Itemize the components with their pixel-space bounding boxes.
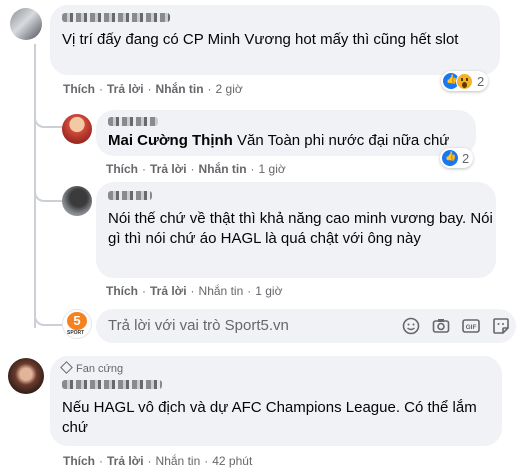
camera-icon[interactable] — [432, 317, 450, 335]
sport5-logo-text: SPORT — [67, 330, 85, 336]
reply-placeholder: Trả lời với vai trò Sport5.vn — [108, 317, 289, 334]
comment-text: Nói thế chứ về thật thì khả năng cao min… — [108, 210, 493, 247]
fan-badge[interactable]: Fan cứng — [60, 361, 124, 375]
like-button[interactable]: Thích — [63, 82, 95, 96]
reaction-count: 2 — [477, 73, 485, 89]
reply-button[interactable]: Trả lời — [107, 454, 144, 468]
avatar[interactable] — [62, 186, 92, 216]
like-reaction-icon — [442, 150, 458, 166]
reply-button[interactable]: Trả lời — [150, 284, 187, 298]
page-avatar[interactable]: 5 SPORT — [62, 309, 92, 339]
thread-connector — [34, 290, 64, 326]
reply-button[interactable]: Trả lời — [107, 82, 144, 96]
message-button[interactable]: Nhắn tin — [156, 454, 201, 468]
comment-actions: Thích · Trả lời · Nhắn tin · 1 giờ — [106, 284, 283, 298]
timestamp[interactable]: 42 phút — [212, 454, 252, 468]
emoji-icon[interactable] — [402, 317, 420, 335]
commenter-name[interactable] — [108, 191, 152, 200]
like-button[interactable]: Thích — [106, 162, 138, 176]
message-button[interactable]: Nhắn tin — [199, 162, 247, 176]
comment-actions: Thích · Trả lời · Nhắn tin · 1 giờ — [106, 162, 286, 176]
comment-text: Nếu HAGL vô địch và dự AFC Champions Lea… — [62, 399, 477, 436]
comment-text: Vị trí đấy đang có CP Minh Vương hot mấy… — [62, 31, 459, 48]
commenter-name[interactable] — [108, 117, 158, 126]
gif-icon[interactable]: GIF — [462, 317, 480, 335]
sticker-icon[interactable] — [492, 317, 510, 335]
reply-button[interactable]: Trả lời — [150, 162, 187, 176]
like-button[interactable]: Thích — [63, 454, 95, 468]
svg-text:GIF: GIF — [466, 324, 477, 331]
message-button[interactable]: Nhắn tin — [156, 82, 204, 96]
timestamp[interactable]: 2 giờ — [216, 82, 243, 96]
reaction-summary[interactable]: 2 — [440, 148, 474, 168]
thread-connector — [34, 100, 64, 128]
comment-body: Văn Toàn phi nước đại nữa chứ — [232, 132, 450, 149]
diamond-icon — [60, 361, 73, 374]
commenter-name[interactable] — [62, 380, 162, 389]
comment-actions: Thích · Trả lời · Nhắn tin · 2 giờ — [63, 82, 243, 96]
comment-actions: Thích · Trả lời · Nhắn tin · 42 phút — [63, 454, 253, 468]
reaction-count: 2 — [462, 150, 470, 166]
reply-input[interactable]: Trả lời với vai trò Sport5.vn GIF — [96, 309, 516, 343]
timestamp[interactable]: 1 giờ — [259, 162, 286, 176]
badge-label: Fan cứng — [76, 363, 124, 375]
sport5-logo: 5 — [67, 312, 87, 330]
message-button[interactable]: Nhắn tin — [199, 284, 244, 298]
thread-connector — [34, 170, 62, 202]
like-button[interactable]: Thích — [106, 284, 138, 298]
avatar[interactable] — [10, 8, 42, 40]
reaction-summary[interactable]: 2 — [441, 71, 489, 91]
commenter-name[interactable] — [62, 13, 170, 22]
wow-reaction-icon — [456, 72, 473, 90]
avatar[interactable] — [8, 358, 44, 394]
timestamp[interactable]: 1 giờ — [255, 284, 282, 298]
avatar[interactable] — [62, 114, 92, 144]
comment-text: Mai Cường Thịnh Văn Toàn phi nước đại nữ… — [108, 131, 468, 151]
tagged-name[interactable]: Mai Cường Thịnh — [108, 132, 233, 149]
